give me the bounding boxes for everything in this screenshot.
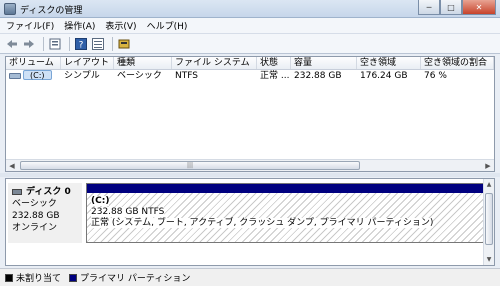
menu-help[interactable]: ヘルプ(H) bbox=[147, 19, 188, 32]
partition-size: 232.88 GB NTFS bbox=[91, 207, 165, 217]
scroll-right-icon[interactable]: ▶ bbox=[482, 160, 494, 171]
disk-management-icon bbox=[4, 3, 16, 15]
scroll-up-icon[interactable]: ▲ bbox=[484, 179, 494, 190]
toolbar-separator bbox=[69, 36, 70, 51]
window-title: ディスクの管理 bbox=[20, 6, 83, 16]
disk-map: ディスク 0 ベーシック 232.88 GB オンライン (C:) 232.88… bbox=[5, 178, 495, 266]
col-free-space[interactable]: 空き領域 bbox=[357, 57, 421, 69]
scroll-down-icon[interactable]: ▼ bbox=[484, 254, 494, 265]
close-button[interactable]: ✕ bbox=[462, 0, 496, 15]
disk-size: 232.88 GB bbox=[12, 211, 60, 221]
toolbar-separator bbox=[112, 36, 113, 51]
view-list-icon[interactable] bbox=[91, 37, 105, 51]
col-filesystem[interactable]: ファイル システム bbox=[172, 57, 257, 69]
menu-action[interactable]: 操作(A) bbox=[64, 19, 95, 32]
disk-title: ディスク 0 bbox=[26, 187, 71, 197]
scroll-track[interactable]: ||| bbox=[18, 160, 482, 171]
col-status[interactable]: 状態 bbox=[257, 57, 291, 69]
drive-icon bbox=[9, 72, 21, 79]
partition-body: (C:) 232.88 GB NTFS 正常 (システム, ブート, アクティブ… bbox=[87, 193, 483, 242]
partition-c[interactable]: (C:) 232.88 GB NTFS 正常 (システム, ブート, アクティブ… bbox=[86, 183, 484, 243]
scroll-thumb[interactable]: ||| bbox=[20, 161, 360, 170]
volume-free-percent: 76 % bbox=[424, 71, 447, 81]
col-layout[interactable]: レイアウト bbox=[61, 57, 114, 69]
pane-splitter[interactable] bbox=[0, 173, 500, 177]
help-icon[interactable]: ? bbox=[74, 37, 88, 51]
volume-layout: シンプル bbox=[64, 71, 100, 81]
disk-settings-icon[interactable] bbox=[117, 37, 131, 51]
window-controls: ─ □ ✕ bbox=[418, 0, 496, 15]
maximize-button[interactable]: □ bbox=[440, 0, 462, 15]
col-volume[interactable]: ボリューム bbox=[6, 57, 61, 69]
volume-filesystem: NTFS bbox=[175, 71, 198, 81]
primary-partition-bar bbox=[87, 184, 483, 193]
volume-free-space: 176.24 GB bbox=[360, 71, 408, 81]
title-bar: ディスクの管理 ─ □ ✕ bbox=[0, 0, 500, 18]
volume-status: 正常 ... bbox=[260, 71, 290, 81]
disk-type: ベーシック bbox=[12, 199, 57, 209]
toolbar: ? bbox=[0, 34, 500, 54]
legend-primary-partition: プライマリ パーティション bbox=[80, 274, 191, 284]
legend: 未割り当て プライマリ パーティション bbox=[0, 268, 500, 286]
menu-file[interactable]: ファイル(F) bbox=[6, 19, 54, 32]
primary-partition-swatch bbox=[69, 273, 78, 282]
disk-icon bbox=[12, 188, 22, 195]
svg-text:?: ? bbox=[79, 40, 84, 50]
horizontal-scrollbar[interactable]: ◀ ||| ▶ bbox=[6, 159, 494, 171]
volume-type: ベーシック bbox=[117, 71, 162, 81]
volume-list: ボリューム レイアウト 種類 ファイル システム 状態 容量 空き領域 空き領域… bbox=[5, 56, 495, 172]
properties-icon[interactable] bbox=[48, 37, 62, 51]
disk-info[interactable]: ディスク 0 ベーシック 232.88 GB オンライン bbox=[8, 183, 82, 243]
back-arrow-icon[interactable] bbox=[5, 37, 19, 51]
toolbar-separator bbox=[43, 36, 44, 51]
disk-state: オンライン bbox=[12, 223, 58, 233]
col-capacity[interactable]: 容量 bbox=[291, 57, 357, 69]
col-free-percent[interactable]: 空き領域の割合 bbox=[421, 57, 494, 69]
unallocated-swatch bbox=[5, 273, 13, 282]
volume-name[interactable]: (C:) bbox=[23, 70, 52, 80]
legend-unallocated: 未割り当て bbox=[16, 274, 62, 284]
col-type[interactable]: 種類 bbox=[114, 57, 172, 69]
scroll-left-icon[interactable]: ◀ bbox=[6, 160, 18, 171]
minimize-button[interactable]: ─ bbox=[418, 0, 440, 15]
menu-bar: ファイル(F) 操作(A) 表示(V) ヘルプ(H) bbox=[0, 18, 500, 34]
forward-arrow-icon[interactable] bbox=[22, 37, 36, 51]
scroll-thumb[interactable] bbox=[485, 193, 493, 245]
volume-capacity: 232.88 GB bbox=[294, 71, 342, 81]
table-row[interactable]: (C:) シンプル ベーシック NTFS 正常 ... 232.88 GB 17… bbox=[6, 70, 494, 83]
vertical-scrollbar[interactable]: ▲ ▼ bbox=[483, 179, 494, 265]
menu-view[interactable]: 表示(V) bbox=[105, 19, 136, 32]
partition-name: (C:) bbox=[91, 196, 110, 206]
volume-list-header: ボリューム レイアウト 種類 ファイル システム 状態 容量 空き領域 空き領域… bbox=[6, 57, 494, 70]
partition-status: 正常 (システム, ブート, アクティブ, クラッシュ ダンプ, プライマリ パ… bbox=[91, 218, 434, 228]
